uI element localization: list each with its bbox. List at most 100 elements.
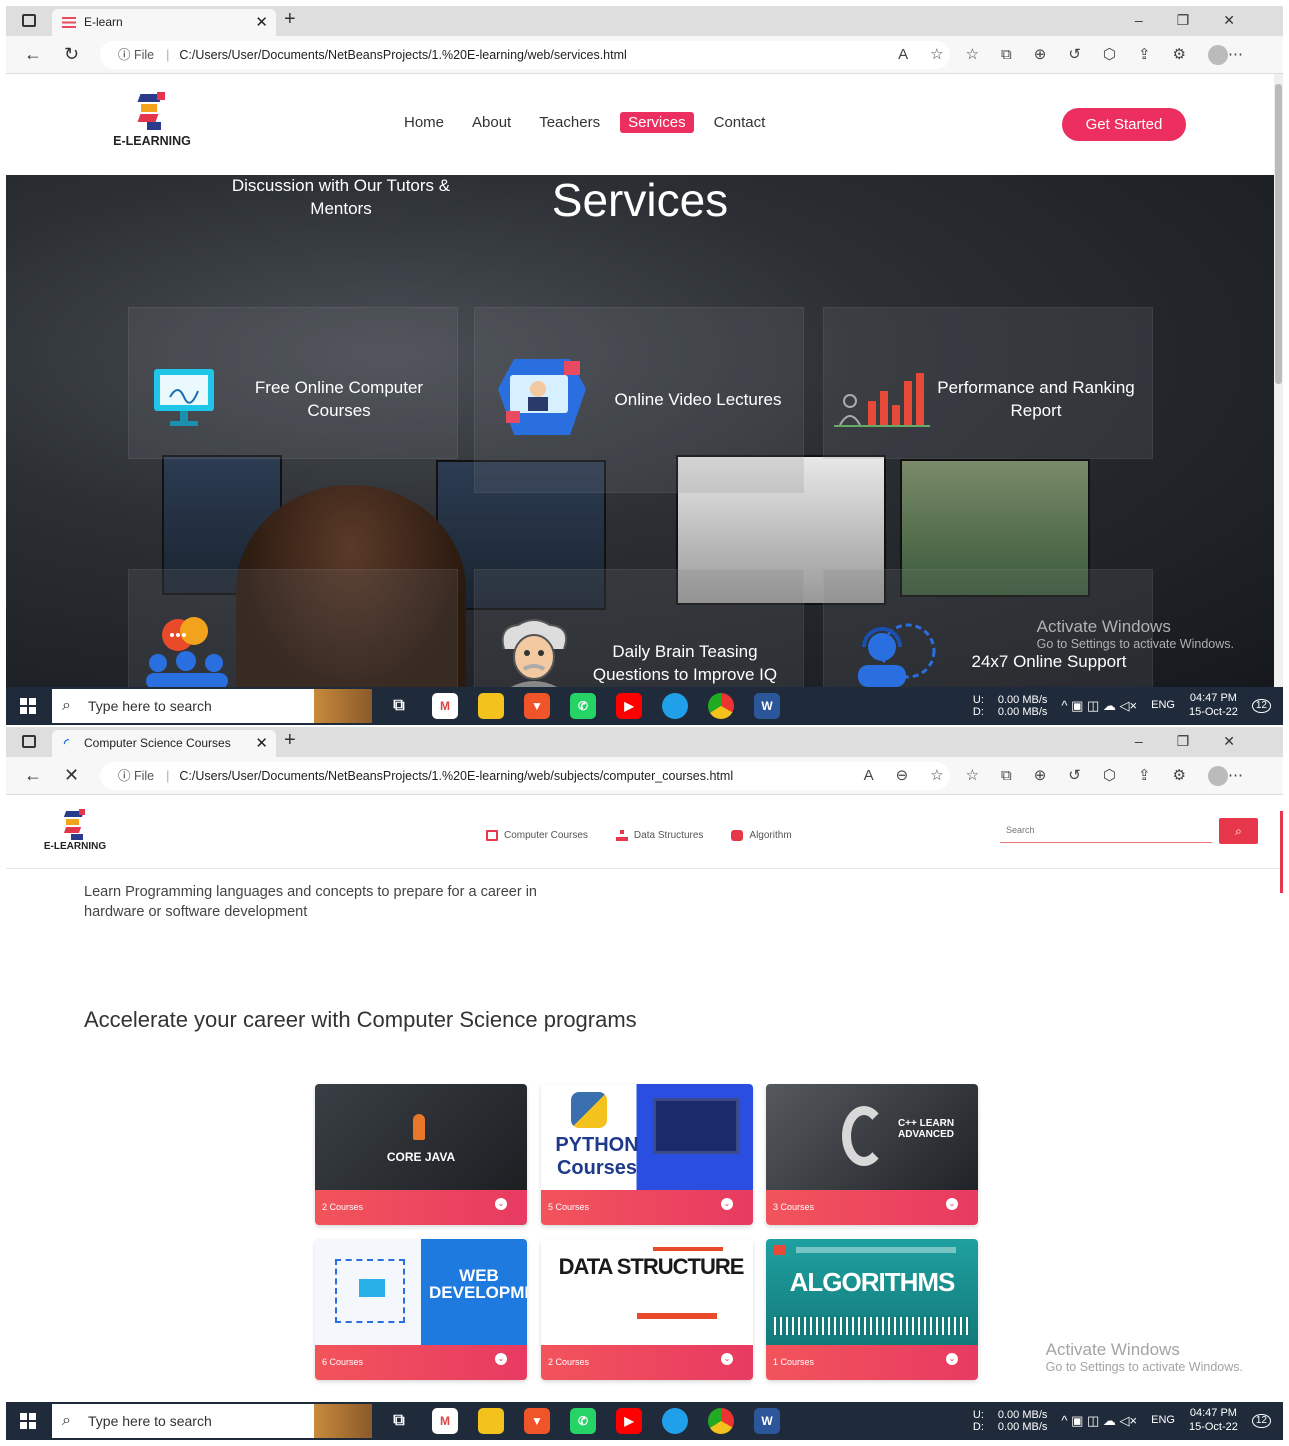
- nav-about[interactable]: About: [464, 112, 519, 133]
- language-indicator[interactable]: ENG: [1151, 1414, 1175, 1428]
- chevron-down-icon[interactable]: ⌄: [946, 1198, 958, 1210]
- chevron-down-icon[interactable]: ⌄: [721, 1198, 733, 1210]
- service-label: 24x7 Online Support: [971, 652, 1127, 671]
- laptop-screen: [653, 1098, 739, 1154]
- course-card-algorithms[interactable]: ALGORITHMS 1 Courses ⌄: [766, 1239, 978, 1380]
- taskbar-search[interactable]: ⌕ Type here to search: [52, 689, 372, 723]
- close-tab-icon[interactable]: ✕: [255, 730, 268, 757]
- chevron-down-icon[interactable]: ⌄: [721, 1353, 733, 1365]
- whatsapp-icon[interactable]: ✆: [570, 1408, 596, 1434]
- nav-teachers[interactable]: Teachers: [531, 112, 608, 133]
- logo-text: E-LEARNING: [43, 841, 107, 852]
- nav-home[interactable]: Home: [396, 112, 452, 133]
- language-indicator[interactable]: ENG: [1151, 699, 1175, 713]
- net-down-label: D:: [972, 706, 984, 718]
- notification-badge[interactable]: 12: [1251, 1413, 1271, 1429]
- stop-loading-icon[interactable]: ✕: [64, 765, 79, 786]
- course-card-web[interactable]: WEB DEVELOPMENT 6 Courses ⌄: [315, 1239, 527, 1380]
- chevron-down-icon[interactable]: ⌄: [946, 1353, 958, 1365]
- windows-start-icon[interactable]: [20, 1413, 36, 1429]
- search-icon: ⌕: [62, 697, 71, 714]
- scrollbar-thumb[interactable]: [1275, 84, 1282, 384]
- reload-icon[interactable]: ↻: [64, 44, 79, 65]
- get-started-button[interactable]: Get Started: [1062, 108, 1186, 141]
- task-view-icon[interactable]: ⧉: [386, 1408, 412, 1434]
- url-field[interactable]: ⓘ File | C:/Users/User/Documents/NetBeansP…: [100, 762, 950, 790]
- course-card-python[interactable]: PYTHON Courses 5 Courses ⌄: [541, 1084, 753, 1225]
- url-field[interactable]: ⓘ File | C:/Users/User/Documents/NetBeansP…: [100, 41, 950, 69]
- toolbar-icons[interactable]: A☆☆⧉⊕↺⬡⇪⚙ ⋯: [898, 45, 1265, 66]
- net-up-rate: 0.00 MB/s: [997, 693, 1048, 706]
- chevron-down-icon[interactable]: ⌄: [495, 1198, 507, 1210]
- chrome-icon[interactable]: [708, 693, 734, 719]
- tray-icons[interactable]: ^ ▣ ◫ ☁ ◁×: [1061, 1413, 1137, 1429]
- clock[interactable]: 04:47 PM 15-Oct-22: [1189, 1407, 1238, 1435]
- window-menu-icon[interactable]: [22, 735, 36, 748]
- taskbar-search[interactable]: ⌕ Type here to search: [52, 1404, 372, 1438]
- notification-badge[interactable]: 12: [1251, 698, 1271, 714]
- course-image: CORE JAVA: [315, 1084, 527, 1190]
- file-label: File: [133, 48, 155, 62]
- file-explorer-icon[interactable]: [478, 693, 504, 719]
- new-tab-icon[interactable]: +: [284, 8, 296, 31]
- course-card-java[interactable]: CORE JAVA 2 Courses ⌄: [315, 1084, 527, 1225]
- youtube-icon[interactable]: ▶: [616, 693, 642, 719]
- clock[interactable]: 04:47 PM 15-Oct-22: [1189, 692, 1238, 720]
- page-scrollbar[interactable]: [1274, 74, 1283, 687]
- word-icon[interactable]: W: [754, 693, 780, 719]
- new-tab-icon[interactable]: +: [284, 729, 296, 752]
- nav-computer-courses[interactable]: Computer Courses: [486, 830, 588, 841]
- taskbar-apps: ⧉ M ▼ ✆ ▶ W: [386, 1408, 780, 1434]
- whatsapp-icon[interactable]: ✆: [570, 693, 596, 719]
- window-controls[interactable]: –❐✕: [1135, 12, 1269, 29]
- file-explorer-icon[interactable]: [478, 1408, 504, 1434]
- edge-icon[interactable]: [662, 1408, 688, 1434]
- profile-avatar: [1208, 45, 1228, 66]
- course-card-cpp[interactable]: C++ LEARN ADVANCED 3 Courses ⌄: [766, 1084, 978, 1225]
- search-highlight-image: [314, 1404, 372, 1438]
- windows-start-icon[interactable]: [20, 698, 36, 714]
- browser-window-services: E-learn ✕ + –❐✕ ← ↻ ⓘ File | C:/Users/User…: [6, 6, 1283, 725]
- youtube-icon[interactable]: ▶: [616, 1408, 642, 1434]
- course-count: 1 Courses: [773, 1357, 815, 1367]
- headset-icon: [858, 623, 936, 687]
- tab-elearn[interactable]: E-learn ✕: [52, 9, 276, 36]
- site-logo[interactable]: E-LEARNING: [38, 809, 112, 852]
- task-view-icon[interactable]: ⧉: [386, 693, 412, 719]
- search-input[interactable]: Search: [1000, 821, 1212, 843]
- brave-icon[interactable]: ▼: [524, 693, 550, 719]
- back-icon[interactable]: ←: [24, 765, 42, 786]
- tray-icons[interactable]: ^ ▣ ◫ ☁ ◁×: [1061, 698, 1137, 714]
- activation-watermark: Activate Windows Go to Settings to activ…: [1037, 617, 1234, 651]
- site-header: E-LEARNING Home About Teachers Services …: [6, 74, 1283, 175]
- course-title: DATA STRUCTURE: [558, 1254, 745, 1279]
- edge-icon[interactable]: [662, 693, 688, 719]
- info-icon: ⓘ: [118, 48, 134, 62]
- window-menu-icon[interactable]: [22, 14, 36, 27]
- site-logo[interactable]: E-LEARNING: [106, 92, 198, 148]
- java-cup-icon: [413, 1114, 425, 1140]
- nav-data-structures[interactable]: Data Structures: [615, 830, 703, 841]
- word-icon[interactable]: W: [754, 1408, 780, 1434]
- logo-mark-icon: [135, 92, 169, 132]
- nav-contact[interactable]: Contact: [706, 112, 774, 133]
- search-button[interactable]: ⌕: [1219, 818, 1258, 844]
- nav-services[interactable]: Services: [620, 112, 694, 133]
- brave-icon[interactable]: ▼: [524, 1408, 550, 1434]
- toolbar-icons[interactable]: A⊖☆☆⧉⊕↺⬡⇪⚙ ⋯: [864, 766, 1265, 787]
- close-tab-icon[interactable]: ✕: [255, 9, 268, 36]
- chrome-icon[interactable]: [708, 1408, 734, 1434]
- watermark-title: Activate Windows: [1036, 617, 1171, 636]
- window-controls[interactable]: –❐✕: [1135, 733, 1269, 750]
- net-up-label: U:: [972, 1408, 984, 1421]
- gmail-icon[interactable]: M: [432, 1408, 458, 1434]
- gmail-icon[interactable]: M: [432, 693, 458, 719]
- back-icon[interactable]: ←: [24, 44, 42, 65]
- nav-algorithm[interactable]: Algorithm: [731, 830, 792, 841]
- tab-computer-courses[interactable]: ◜ Computer Science Courses ✕: [52, 730, 276, 757]
- piano-keys-strip: [774, 1317, 970, 1335]
- chevron-down-icon[interactable]: ⌄: [495, 1353, 507, 1365]
- course-card-data-structure[interactable]: DATA STRUCTURE 2 Courses ⌄: [541, 1239, 753, 1380]
- scroll-indicator: [1280, 811, 1283, 893]
- net-up-rate: 0.00 MB/s: [997, 1408, 1048, 1421]
